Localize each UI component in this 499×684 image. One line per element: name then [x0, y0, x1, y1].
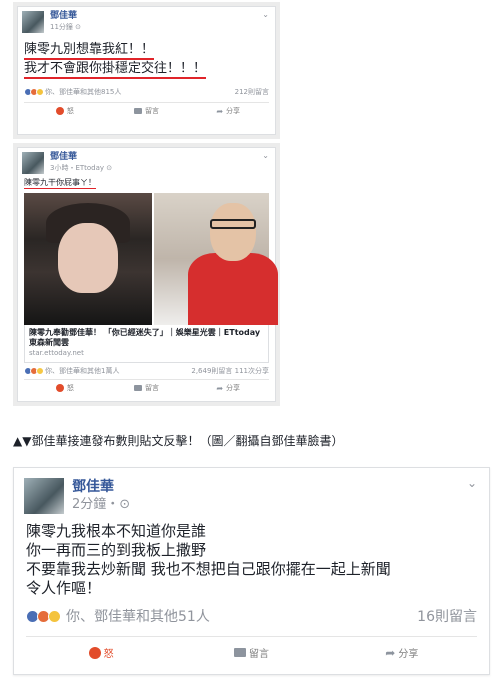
chevron-down-icon[interactable]: ⌄ — [262, 10, 269, 19]
react-button[interactable]: 怒 — [24, 380, 106, 396]
reactions-bar[interactable]: 你、鄧佳華和其他51人 16則留言 — [14, 598, 489, 626]
action-bar: 怒 留言 ➦ 分享 — [24, 102, 269, 119]
image-caption: ▲▼鄧佳華接連發布數則貼文反擊！（圖／翻攝自鄧佳華臉書） — [13, 434, 344, 448]
angry-icon — [55, 384, 64, 392]
reactions-text[interactable]: 你、鄧佳華和其他51人 — [66, 606, 210, 626]
link-image-left — [24, 193, 152, 325]
comment-button[interactable]: 留言 — [176, 637, 326, 668]
post-text: 陳零九別想靠我紅！！ 我才不會跟你掛穩定交往！！！ — [18, 33, 275, 79]
comments-count[interactable]: 2,649則留言 111次分享 — [191, 366, 269, 376]
share-label: 分享 — [398, 649, 419, 660]
reactions-bar[interactable]: 你、鄧佳華和其他1萬人 2,649則留言 111次分享 — [18, 366, 275, 376]
post-card: 鄧佳華 11分鐘 ⊙ ⌄ 陳零九別想靠我紅！！ 我才不會跟你掛穩定交往！！！ 你… — [17, 6, 276, 135]
haha-icon — [36, 88, 44, 96]
action-bar: 怒 留言 ➦ 分享 — [26, 636, 477, 668]
action-bar: 怒 留言 ➦ 分享 — [24, 379, 269, 396]
post-time[interactable]: 11分鐘 — [50, 23, 73, 31]
avatar[interactable] — [22, 152, 44, 174]
comment-label: 留言 — [145, 107, 159, 115]
link-preview-images[interactable] — [24, 193, 278, 325]
chevron-down-icon[interactable]: ⌄ — [262, 151, 269, 160]
comment-button[interactable]: 留言 — [106, 103, 188, 119]
share-label: 分享 — [226, 107, 241, 115]
comment-icon — [134, 108, 142, 114]
comment-button[interactable]: 留言 — [106, 380, 188, 396]
share-button[interactable]: ➦ 分享 — [187, 103, 269, 119]
post-line-3: 不要靠我去炒新聞 我也不想把自己跟你擺在一起上新聞 — [26, 560, 391, 578]
angry-icon — [55, 107, 64, 115]
author-name[interactable]: 鄧佳華 — [72, 478, 130, 496]
comment-label: 留言 — [248, 649, 269, 660]
share-button[interactable]: ➦ 分享 — [187, 380, 269, 396]
reactions-text[interactable]: 你、鄧佳華和其他815人 — [45, 87, 121, 97]
comment-label: 留言 — [145, 384, 159, 392]
post-line-1: 陳零九干你屁事ㄚ！ — [24, 178, 96, 189]
author-name[interactable]: 鄧佳華 — [50, 11, 81, 22]
wow-icon — [36, 367, 44, 375]
comments-count[interactable]: 212則留言 — [235, 87, 269, 97]
share-icon: ➦ — [385, 645, 396, 660]
post-line-2: 我才不會跟你掛穩定交往！！！ — [24, 60, 207, 79]
globe-icon: ⊙ — [119, 497, 131, 512]
screenshot-post-2: 鄧佳華 3小時・ETtoday ⊙ ⌄ 陳零九干你屁事ㄚ！ 陳零九奉勸鄧佳華！ … — [13, 143, 280, 406]
angry-icon — [88, 646, 101, 659]
chevron-down-icon[interactable]: ⌄ — [467, 476, 477, 490]
link-domain: star.ettoday.net — [29, 349, 84, 357]
comment-icon — [233, 648, 246, 657]
share-icon: ➦ — [216, 106, 224, 116]
post-header: 鄧佳華 11分鐘 ⊙ ⌄ — [18, 7, 275, 33]
reaction-icons — [26, 609, 61, 623]
post-text: 陳零九我根本不知道你是誰 你一再而三的到我板上撒野 不要靠我去炒新聞 我也不想把… — [14, 514, 489, 598]
share-icon: ➦ — [216, 383, 224, 393]
comments-count[interactable]: 16則留言 — [417, 606, 477, 626]
avatar[interactable] — [22, 11, 44, 33]
reaction-icons — [24, 367, 44, 375]
post-card: 鄧佳華 3小時・ETtoday ⊙ ⌄ 陳零九干你屁事ㄚ！ 陳零九奉勸鄧佳華！ … — [17, 147, 278, 402]
reactions-bar[interactable]: 你、鄧佳華和其他815人 212則留言 — [18, 87, 275, 97]
screenshot-post-3: 鄧佳華 2分鐘・⊙ ⌄ 陳零九我根本不知道你是誰 你一再而三的到我板上撒野 不要… — [13, 467, 490, 675]
post-text: 陳零九干你屁事ㄚ！ — [18, 174, 275, 189]
link-preview-body[interactable]: 陳零九奉勸鄧佳華！ 「你已經迷失了」｜娛樂星光雲｜ETtoday東森新聞雲 st… — [24, 325, 269, 363]
post-line-1: 陳零九我根本不知道你是誰 — [26, 522, 207, 540]
post-line-2: 你一再而三的到我板上撒野 — [26, 541, 207, 559]
react-button[interactable]: 怒 — [26, 637, 176, 668]
avatar[interactable] — [24, 478, 64, 514]
react-button[interactable]: 怒 — [24, 103, 106, 119]
reactions-text[interactable]: 你、鄧佳華和其他1萬人 — [45, 366, 119, 376]
react-label: 怒 — [103, 649, 114, 660]
post-line-1: 陳零九別想靠我紅！！ — [24, 41, 155, 60]
react-label: 怒 — [66, 107, 74, 115]
link-image-right — [152, 193, 278, 325]
globe-icon: ⊙ — [75, 23, 82, 31]
share-button[interactable]: ➦ 分享 — [327, 637, 477, 668]
post-time[interactable]: 2分鐘・ — [72, 497, 119, 512]
author-name[interactable]: 鄧佳華 — [50, 152, 112, 163]
post-header: 鄧佳華 2分鐘・⊙ ⌄ — [14, 468, 489, 514]
post-header: 鄧佳華 3小時・ETtoday ⊙ ⌄ — [18, 148, 275, 174]
share-label: 分享 — [226, 384, 241, 392]
react-label: 怒 — [66, 384, 74, 392]
post-time[interactable]: 3小時・ETtoday — [50, 164, 104, 172]
post-line-4: 令人作嘔！ — [26, 579, 102, 597]
comment-icon — [134, 385, 142, 391]
link-title[interactable]: 陳零九奉勸鄧佳華！ 「你已經迷失了」｜娛樂星光雲｜ETtoday東森新聞雲 — [29, 328, 264, 348]
screenshot-post-1: 鄧佳華 11分鐘 ⊙ ⌄ 陳零九別想靠我紅！！ 我才不會跟你掛穩定交往！！！ 你… — [13, 2, 280, 139]
globe-icon: ⊙ — [106, 164, 113, 172]
haha-icon — [48, 609, 61, 623]
reaction-icons — [24, 88, 44, 96]
